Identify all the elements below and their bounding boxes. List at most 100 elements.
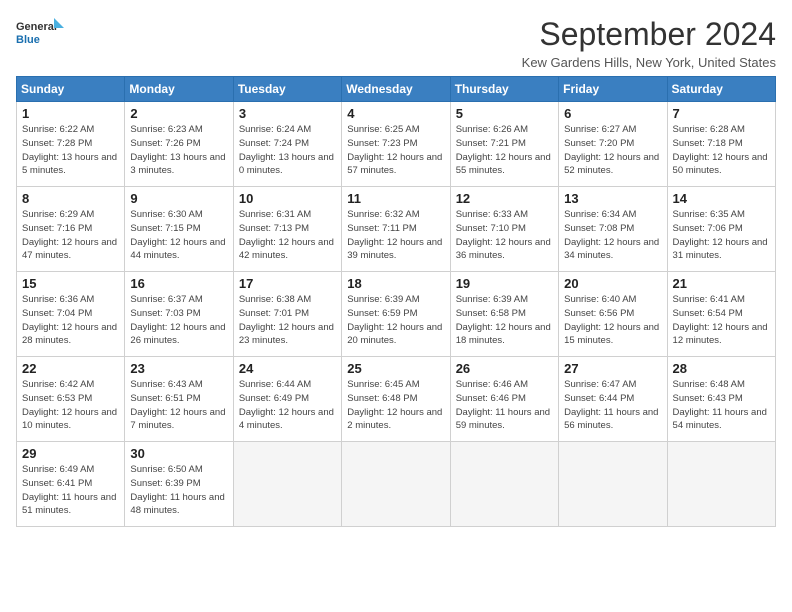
svg-text:General: General xyxy=(16,21,57,33)
calendar-cell: 24 Sunrise: 6:44 AMSunset: 6:49 PMDayligh… xyxy=(233,357,341,442)
calendar-cell: 23 Sunrise: 6:43 AMSunset: 6:51 PMDayligh… xyxy=(125,357,233,442)
day-info: Sunrise: 6:32 AMSunset: 7:11 PMDaylight:… xyxy=(347,208,444,263)
calendar-cell: 9 Sunrise: 6:30 AMSunset: 7:15 PMDaylight… xyxy=(125,187,233,272)
day-number: 3 xyxy=(239,106,336,121)
day-number: 15 xyxy=(22,276,119,291)
calendar-cell: 11Sunrise: 6:32 AMSunset: 7:11 PMDayligh… xyxy=(342,187,450,272)
day-number: 25 xyxy=(347,361,444,376)
day-info: Sunrise: 6:48 AMSunset: 6:43 PMDaylight:… xyxy=(673,378,770,433)
calendar-cell: 12 Sunrise: 6:33 AMSunset: 7:10 PMDayligh… xyxy=(450,187,558,272)
calendar-cell: 26Sunrise: 6:46 AMSunset: 6:46 PMDayligh… xyxy=(450,357,558,442)
day-number: 7 xyxy=(673,106,770,121)
calendar-cell: 17 Sunrise: 6:38 AMSunset: 7:01 PMDayligh… xyxy=(233,272,341,357)
calendar-table: SundayMondayTuesdayWednesdayThursdayFrid… xyxy=(16,76,776,527)
calendar-cell: 6 Sunrise: 6:27 AMSunset: 7:20 PMDaylight… xyxy=(559,102,667,187)
calendar-cell: 4Sunrise: 6:25 AMSunset: 7:23 PMDaylight… xyxy=(342,102,450,187)
day-info: Sunrise: 6:45 AMSunset: 6:48 PMDaylight:… xyxy=(347,378,444,433)
day-info: Sunrise: 6:22 AMSunset: 7:28 PMDaylight:… xyxy=(22,123,119,178)
day-number: 1 xyxy=(22,106,119,121)
week-row-3: 15 Sunrise: 6:36 AMSunset: 7:04 PMDayligh… xyxy=(17,272,776,357)
day-number: 23 xyxy=(130,361,227,376)
day-info: Sunrise: 6:49 AMSunset: 6:41 PMDaylight:… xyxy=(22,463,119,518)
day-number: 21 xyxy=(673,276,770,291)
calendar-cell: 28 Sunrise: 6:48 AMSunset: 6:43 PMDayligh… xyxy=(667,357,775,442)
calendar-cell xyxy=(559,442,667,527)
day-number: 24 xyxy=(239,361,336,376)
day-number: 5 xyxy=(456,106,553,121)
day-info: Sunrise: 6:29 AMSunset: 7:16 PMDaylight:… xyxy=(22,208,119,263)
month-title: September 2024 xyxy=(522,16,776,53)
calendar-cell: 22 Sunrise: 6:42 AMSunset: 6:53 PMDayligh… xyxy=(17,357,125,442)
calendar-cell: 29 Sunrise: 6:49 AMSunset: 6:41 PMDayligh… xyxy=(17,442,125,527)
logo-svg: General Blue xyxy=(16,16,66,52)
location-text: Kew Gardens Hills, New York, United Stat… xyxy=(522,55,776,70)
day-number: 13 xyxy=(564,191,661,206)
day-info: Sunrise: 6:24 AMSunset: 7:24 PMDaylight:… xyxy=(239,123,336,178)
calendar-cell: 1 Sunrise: 6:22 AMSunset: 7:28 PMDaylight… xyxy=(17,102,125,187)
calendar-cell: 14Sunrise: 6:35 AMSunset: 7:06 PMDayligh… xyxy=(667,187,775,272)
day-info: Sunrise: 6:28 AMSunset: 7:18 PMDaylight:… xyxy=(673,123,770,178)
calendar-cell: 20 Sunrise: 6:40 AMSunset: 6:56 PMDayligh… xyxy=(559,272,667,357)
day-number: 20 xyxy=(564,276,661,291)
day-info: Sunrise: 6:23 AMSunset: 7:26 PMDaylight:… xyxy=(130,123,227,178)
day-number: 2 xyxy=(130,106,227,121)
day-info: Sunrise: 6:44 AMSunset: 6:49 PMDaylight:… xyxy=(239,378,336,433)
day-info: Sunrise: 6:43 AMSunset: 6:51 PMDaylight:… xyxy=(130,378,227,433)
calendar-cell: 21 Sunrise: 6:41 AMSunset: 6:54 PMDayligh… xyxy=(667,272,775,357)
day-number: 27 xyxy=(564,361,661,376)
calendar-cell xyxy=(342,442,450,527)
weekday-header-friday: Friday xyxy=(559,77,667,102)
week-row-4: 22 Sunrise: 6:42 AMSunset: 6:53 PMDayligh… xyxy=(17,357,776,442)
calendar-cell: 3 Sunrise: 6:24 AMSunset: 7:24 PMDaylight… xyxy=(233,102,341,187)
day-info: Sunrise: 6:26 AMSunset: 7:21 PMDaylight:… xyxy=(456,123,553,178)
calendar-cell: 30Sunrise: 6:50 AMSunset: 6:39 PMDayligh… xyxy=(125,442,233,527)
day-info: Sunrise: 6:27 AMSunset: 7:20 PMDaylight:… xyxy=(564,123,661,178)
day-info: Sunrise: 6:41 AMSunset: 6:54 PMDaylight:… xyxy=(673,293,770,348)
day-number: 14 xyxy=(673,191,770,206)
day-number: 8 xyxy=(22,191,119,206)
day-info: Sunrise: 6:47 AMSunset: 6:44 PMDaylight:… xyxy=(564,378,661,433)
weekday-header-monday: Monday xyxy=(125,77,233,102)
day-info: Sunrise: 6:38 AMSunset: 7:01 PMDaylight:… xyxy=(239,293,336,348)
day-number: 12 xyxy=(456,191,553,206)
day-info: Sunrise: 6:40 AMSunset: 6:56 PMDaylight:… xyxy=(564,293,661,348)
day-info: Sunrise: 6:42 AMSunset: 6:53 PMDaylight:… xyxy=(22,378,119,433)
day-info: Sunrise: 6:25 AMSunset: 7:23 PMDaylight:… xyxy=(347,123,444,178)
day-number: 18 xyxy=(347,276,444,291)
calendar-cell xyxy=(233,442,341,527)
week-row-5: 29 Sunrise: 6:49 AMSunset: 6:41 PMDayligh… xyxy=(17,442,776,527)
day-info: Sunrise: 6:33 AMSunset: 7:10 PMDaylight:… xyxy=(456,208,553,263)
weekday-header-thursday: Thursday xyxy=(450,77,558,102)
day-info: Sunrise: 6:30 AMSunset: 7:15 PMDaylight:… xyxy=(130,208,227,263)
calendar-cell: 2 Sunrise: 6:23 AMSunset: 7:26 PMDaylight… xyxy=(125,102,233,187)
calendar-cell: 10Sunrise: 6:31 AMSunset: 7:13 PMDayligh… xyxy=(233,187,341,272)
day-number: 9 xyxy=(130,191,227,206)
day-number: 10 xyxy=(239,191,336,206)
svg-text:Blue: Blue xyxy=(16,34,40,46)
day-number: 22 xyxy=(22,361,119,376)
title-block: September 2024 Kew Gardens Hills, New Yo… xyxy=(522,16,776,70)
week-row-1: 1 Sunrise: 6:22 AMSunset: 7:28 PMDaylight… xyxy=(17,102,776,187)
calendar-cell xyxy=(667,442,775,527)
calendar-cell: 16Sunrise: 6:37 AMSunset: 7:03 PMDayligh… xyxy=(125,272,233,357)
day-number: 17 xyxy=(239,276,336,291)
calendar-cell: 7 Sunrise: 6:28 AMSunset: 7:18 PMDaylight… xyxy=(667,102,775,187)
calendar-cell: 8 Sunrise: 6:29 AMSunset: 7:16 PMDaylight… xyxy=(17,187,125,272)
day-info: Sunrise: 6:34 AMSunset: 7:08 PMDaylight:… xyxy=(564,208,661,263)
weekday-header-row: SundayMondayTuesdayWednesdayThursdayFrid… xyxy=(17,77,776,102)
day-number: 6 xyxy=(564,106,661,121)
calendar-cell: 19Sunrise: 6:39 AMSunset: 6:58 PMDayligh… xyxy=(450,272,558,357)
calendar-cell xyxy=(450,442,558,527)
calendar-cell: 5 Sunrise: 6:26 AMSunset: 7:21 PMDaylight… xyxy=(450,102,558,187)
weekday-header-wednesday: Wednesday xyxy=(342,77,450,102)
day-info: Sunrise: 6:36 AMSunset: 7:04 PMDaylight:… xyxy=(22,293,119,348)
day-number: 28 xyxy=(673,361,770,376)
day-info: Sunrise: 6:46 AMSunset: 6:46 PMDaylight:… xyxy=(456,378,553,433)
week-row-2: 8 Sunrise: 6:29 AMSunset: 7:16 PMDaylight… xyxy=(17,187,776,272)
weekday-header-saturday: Saturday xyxy=(667,77,775,102)
calendar-cell: 27 Sunrise: 6:47 AMSunset: 6:44 PMDayligh… xyxy=(559,357,667,442)
day-number: 29 xyxy=(22,446,119,461)
calendar-cell: 18Sunrise: 6:39 AMSunset: 6:59 PMDayligh… xyxy=(342,272,450,357)
weekday-header-sunday: Sunday xyxy=(17,77,125,102)
day-info: Sunrise: 6:39 AMSunset: 6:58 PMDaylight:… xyxy=(456,293,553,348)
